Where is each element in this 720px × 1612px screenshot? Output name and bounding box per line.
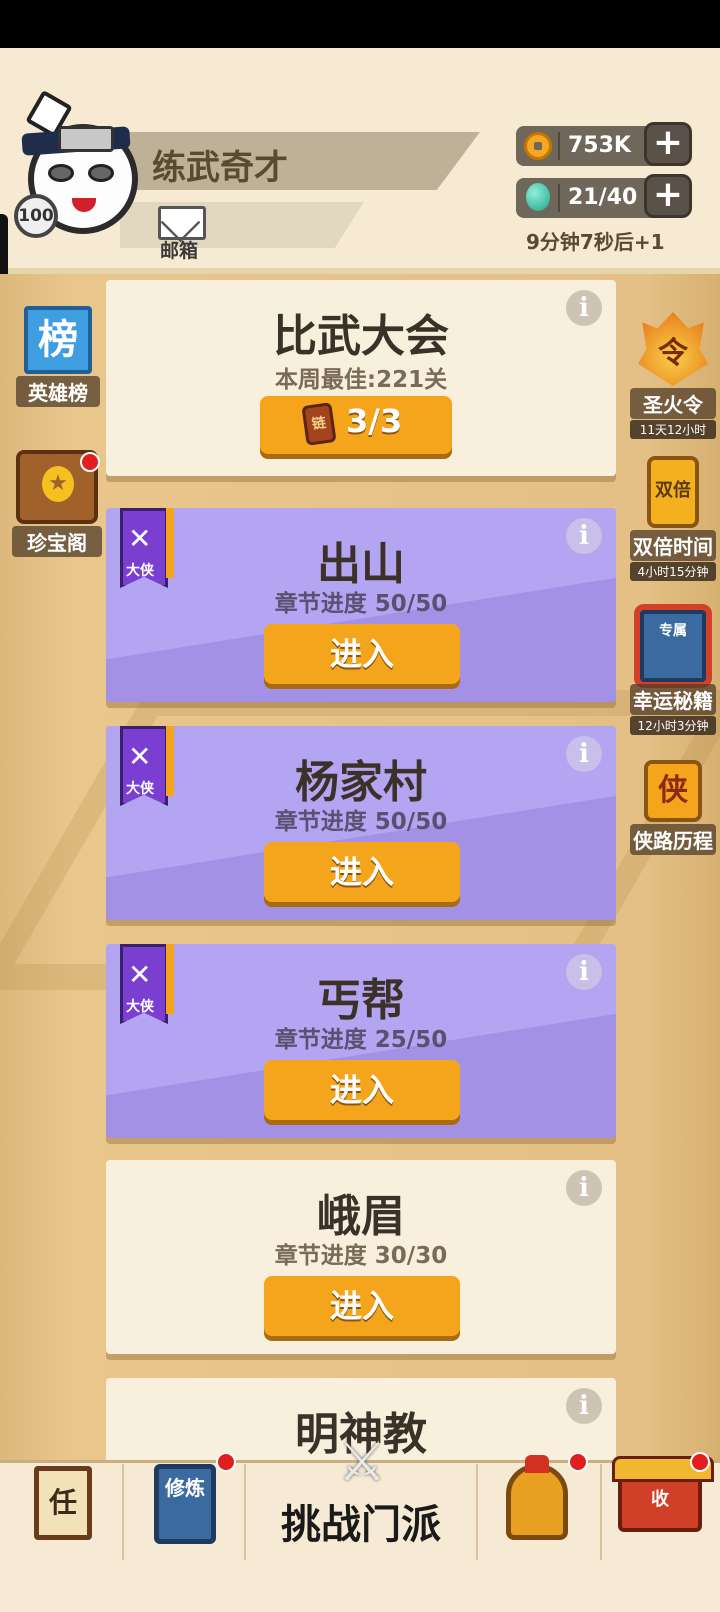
double-card-icon: 双倍 [647, 456, 699, 528]
hero-ranking-label: 英雄榜 [16, 376, 100, 407]
cultivate-book-icon: 修炼 [154, 1464, 216, 1544]
double-time-label: 双倍时间 [630, 530, 716, 561]
double-time-timer: 4小时15分钟 [630, 562, 716, 581]
tournament-enter-button[interactable]: 链 3/3 [260, 396, 452, 454]
helmet-icon[interactable] [506, 1455, 568, 1540]
xia-journey-button[interactable]: 侠 侠路历程 [630, 760, 716, 855]
holy-fire-token-timer: 11天12小时 [630, 420, 716, 439]
avatar-eye-left [48, 164, 74, 182]
tournament-title: 比武大会 [273, 311, 449, 362]
avatar[interactable]: 100 [14, 89, 150, 246]
coins-value: 753K [568, 133, 631, 158]
avatar-headband-plate [58, 126, 114, 152]
tournament-card[interactable]: i 比武大会 本周最佳:221关 链 3/3 [106, 280, 616, 476]
enter-button[interactable]: 进入 [264, 1060, 460, 1120]
chapter-title: 丐帮 [317, 975, 405, 1026]
xia-badge-icon: 侠 [644, 760, 702, 822]
tab-challenge-sect[interactable]: 挑战门派 [244, 1492, 478, 1550]
chapter-card-chushan[interactable]: ✕ 大侠 i 出山 章节进度 50/50 进入 [106, 508, 616, 702]
mail-icon[interactable] [158, 206, 206, 240]
lucky-book-label: 幸运秘籍 [630, 684, 716, 715]
chapter-title: 出山 [317, 539, 405, 590]
energy-gem-icon [526, 183, 550, 211]
notification-dot [568, 1452, 588, 1472]
energy-value: 21/40 [568, 185, 638, 210]
status-bar [0, 0, 720, 48]
fire-token-icon: 令 [638, 312, 708, 386]
add-energy-button[interactable]: + [644, 174, 692, 218]
player-name: 练武奇才 [152, 148, 288, 188]
chapter-title: 峨眉 [317, 1191, 405, 1242]
level-badge: 100 [14, 194, 58, 238]
avatar-eye-right [88, 164, 114, 182]
holy-fire-token-label: 圣火令 [630, 388, 716, 419]
enter-button[interactable]: 进入 [264, 842, 460, 902]
nav-separator [600, 1464, 602, 1560]
ticket-count: 3/3 [346, 402, 403, 440]
chapter-card-yangjiacun[interactable]: ✕ 大侠 i 杨家村 章节进度 50/50 进入 [106, 726, 616, 920]
xia-journey-label: 侠路历程 [630, 824, 716, 855]
tournament-best: 本周最佳:221关 [274, 367, 448, 393]
energy-separator [558, 184, 560, 212]
secret-book-icon: 专属 [640, 610, 706, 682]
home-bar [0, 1564, 720, 1612]
lucky-book-timer: 12小时3分钟 [630, 716, 716, 735]
mail-label[interactable]: 邮箱 [160, 236, 198, 263]
coins-separator [558, 132, 560, 160]
enter-button[interactable]: 进入 [264, 1276, 460, 1336]
treasure-pavilion-label: 珍宝阁 [12, 526, 102, 557]
holy-fire-token-button[interactable]: 令 圣火令 11天12小时 [630, 312, 716, 439]
collect-pavilion-icon[interactable]: 收 [612, 1456, 714, 1532]
tab-cultivate[interactable]: 修炼 [0, 1462, 244, 1562]
chapter-title: 杨家村 [295, 757, 427, 808]
chapter-progress: 章节进度 25/50 [274, 1027, 448, 1053]
rank-scroll-icon: 榜 [24, 306, 92, 374]
double-time-button[interactable]: 双倍 双倍时间 4小时15分钟 [630, 456, 716, 581]
notification-dot [216, 1452, 236, 1472]
lucky-book-button[interactable]: 专属 幸运秘籍 12小时3分钟 [630, 610, 716, 735]
hero-ranking-button[interactable]: 榜 英雄榜 [16, 306, 100, 407]
energy-regen-text: 9分钟7秒后+1 [526, 230, 665, 254]
notification-dot [80, 452, 100, 472]
coin-icon [524, 132, 552, 160]
notification-dot [690, 1452, 710, 1472]
ticket-icon: 链 [301, 402, 337, 446]
mail-banner [120, 202, 364, 248]
chapter-card-gaibang[interactable]: ✕ 大侠 i 丐帮 章节进度 25/50 进入 [106, 944, 616, 1138]
enter-button[interactable]: 进入 [264, 624, 460, 684]
chapter-progress: 章节进度 30/30 [274, 1243, 448, 1269]
chapter-progress: 章节进度 50/50 [274, 809, 448, 835]
chapter-card-emei[interactable]: i 峨眉 章节进度 30/30 进入 [106, 1160, 616, 1354]
chapter-progress: 章节进度 50/50 [274, 591, 448, 617]
add-coins-button[interactable]: + [644, 122, 692, 166]
crossed-swords-icon: ⚔ [337, 1430, 387, 1493]
